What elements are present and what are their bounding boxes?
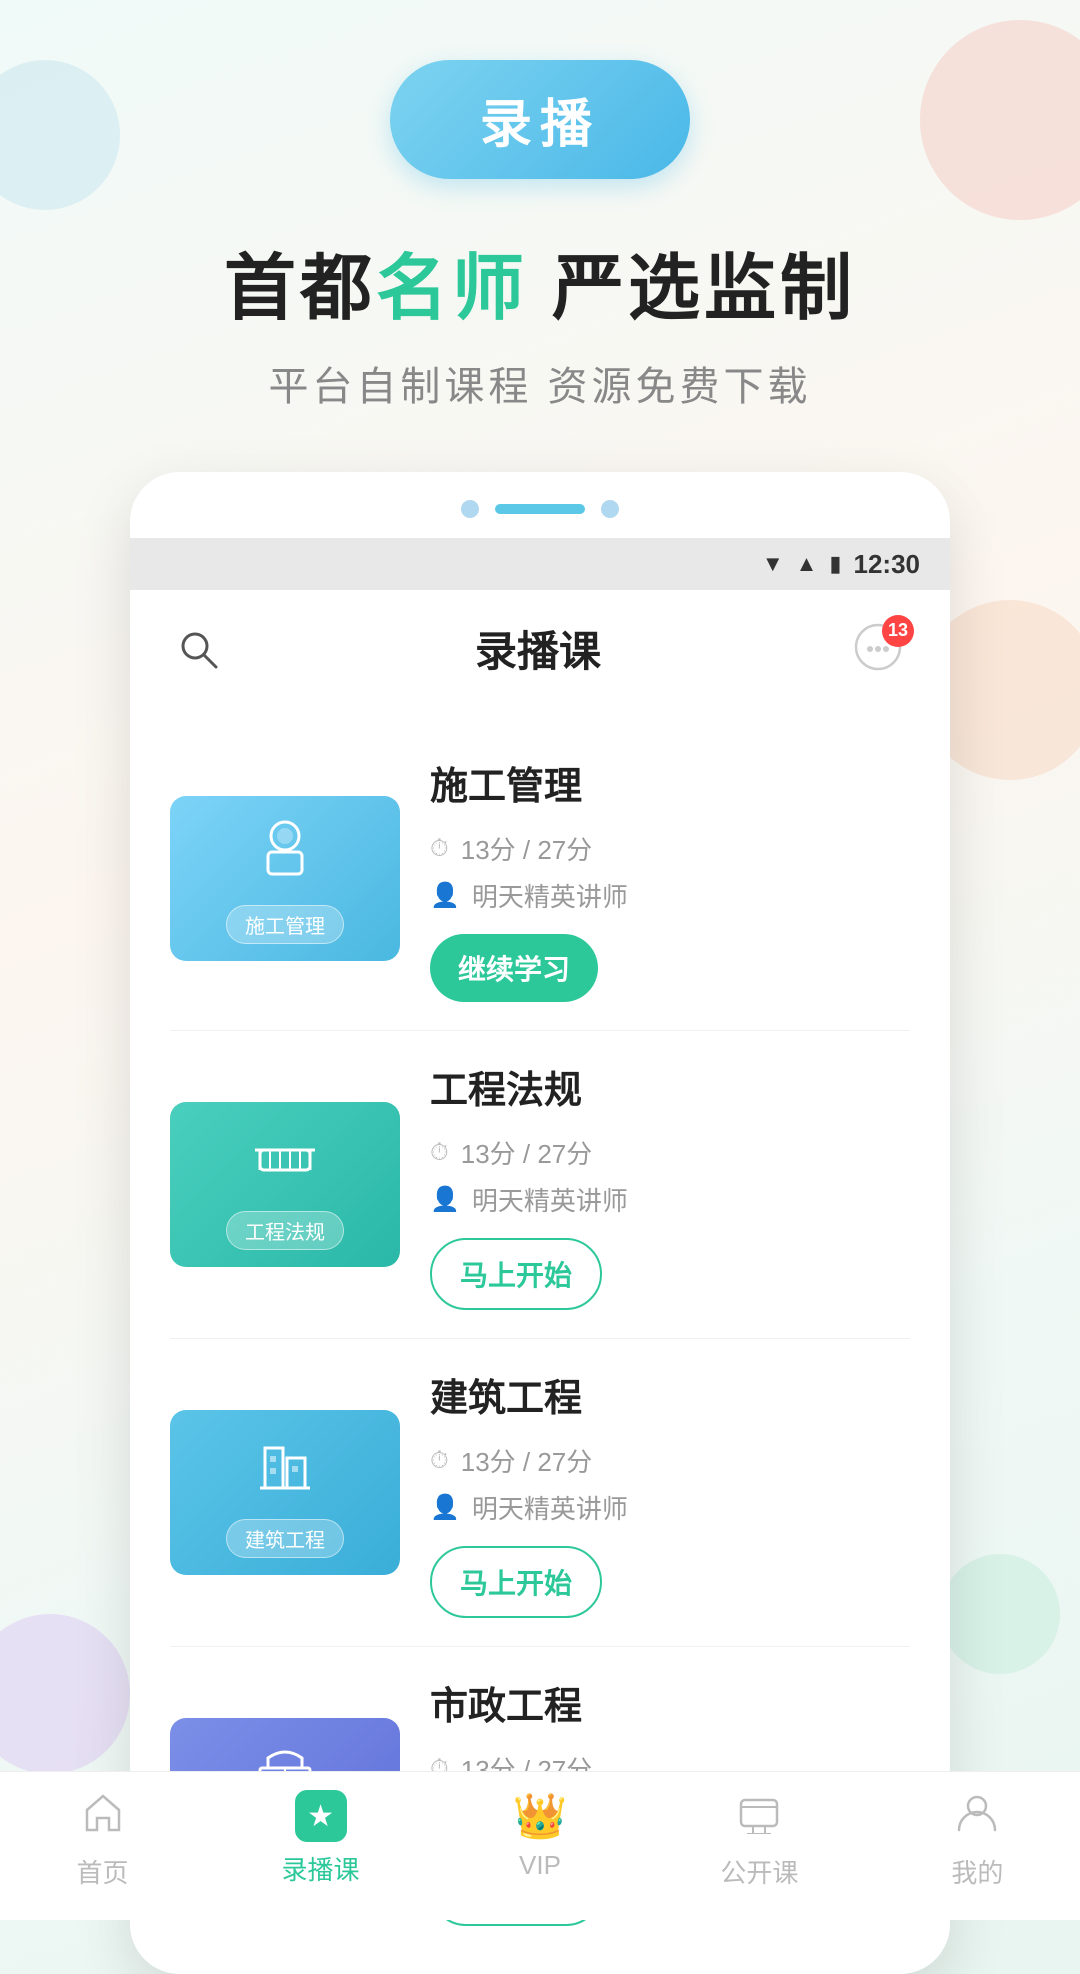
course-info-2: 工程法规 ⏱ 13分 / 27分 👤 明天精英讲师 马上开始 — [430, 1059, 910, 1310]
app-title: 录播课 — [475, 618, 601, 679]
course-duration-3: ⏱ 13分 / 27分 — [430, 1442, 910, 1479]
clock-icon-3: ⏱ — [430, 1447, 449, 1475]
duration-text-1: 13分 / 27分 — [461, 830, 593, 867]
signal-icon: ▲ — [796, 551, 818, 577]
mine-icon — [955, 1790, 999, 1845]
gonggke-icon — [737, 1790, 781, 1845]
course-thumb-2: 工程法规 — [170, 1102, 400, 1267]
action-btn-3[interactable]: 马上开始 — [430, 1546, 602, 1618]
thumb-icon-3 — [250, 1428, 320, 1511]
nav-item-vip[interactable]: 👑 VIP — [513, 1790, 568, 1890]
app-header: 录播课 13 — [130, 590, 950, 707]
nav-item-home[interactable]: 首页 — [77, 1790, 129, 1890]
bottom-nav: 首页 ★ 录播课 👑 VIP 公开课 我的 — [0, 1771, 1080, 1920]
battery-icon: ▮ — [829, 551, 841, 577]
course-thumb-3: 建筑工程 — [170, 1410, 400, 1575]
clock-icon-2: ⏱ — [430, 1139, 449, 1167]
teacher-text-1: 明天精英讲师 — [472, 877, 628, 914]
header-section: 录播 首都名师 严选监制 平台自制课程 资源免费下载 — [0, 0, 1080, 472]
course-duration-1: ⏱ 13分 / 27分 — [430, 830, 910, 867]
duration-text-3: 13分 / 27分 — [461, 1442, 593, 1479]
thumb-icon-2 — [250, 1120, 320, 1203]
thumb-label-3: 建筑工程 — [226, 1519, 344, 1558]
home-label: 首页 — [77, 1853, 129, 1890]
subtitle: 平台自制课程 资源免费下载 — [268, 354, 811, 412]
thumb-icon-1 — [250, 814, 320, 897]
dot-2 — [601, 500, 619, 518]
message-badge: 13 — [882, 615, 914, 647]
headline-rest: 严选监制 — [528, 249, 856, 329]
vip-crown-icon: 👑 — [513, 1790, 568, 1842]
clock-icon-1: ⏱ — [430, 835, 449, 863]
dot-1 — [461, 500, 479, 518]
vip-label: VIP — [519, 1850, 561, 1881]
headline-text: 首都 — [224, 249, 376, 329]
bg-decoration-5 — [0, 1614, 130, 1774]
course-name-1: 施工管理 — [430, 755, 910, 810]
message-button[interactable]: 13 — [850, 619, 910, 679]
nav-item-lubo[interactable]: ★ 录播课 — [282, 1790, 360, 1890]
action-btn-2[interactable]: 马上开始 — [430, 1238, 602, 1310]
course-info-1: 施工管理 ⏱ 13分 / 27分 👤 明天精英讲师 继续学习 — [430, 755, 910, 1002]
course-teacher-1: 👤 明天精英讲师 — [430, 877, 910, 914]
course-name-3: 建筑工程 — [430, 1367, 910, 1422]
dots-indicator — [130, 472, 950, 538]
dot-line — [495, 504, 585, 514]
person-icon-3: 👤 — [430, 1493, 460, 1522]
bg-decoration-4 — [940, 1554, 1060, 1674]
course-item-1[interactable]: 施工管理 施工管理 ⏱ 13分 / 27分 👤 明天精英讲师 继续学习 — [170, 727, 910, 1031]
mine-label: 我的 — [951, 1853, 1003, 1890]
lubo-button[interactable]: 录播 — [390, 60, 690, 179]
course-name-4: 市政工程 — [430, 1675, 910, 1730]
person-icon-2: 👤 — [430, 1185, 460, 1214]
course-name-2: 工程法规 — [430, 1059, 910, 1114]
course-info-3: 建筑工程 ⏱ 13分 / 27分 👤 明天精英讲师 马上开始 — [430, 1367, 910, 1618]
course-duration-2: ⏱ 13分 / 27分 — [430, 1134, 910, 1171]
phone-mockup: ▼ ▲ ▮ 12:30 录播课 13 — [130, 472, 950, 1974]
headline: 首都名师 严选监制 — [224, 229, 856, 334]
teacher-text-2: 明天精英讲师 — [472, 1181, 628, 1218]
course-item-3[interactable]: 建筑工程 建筑工程 ⏱ 13分 / 27分 👤 明天精英讲师 马上开始 — [170, 1339, 910, 1647]
lubo-nav-label: 录播课 — [282, 1850, 360, 1887]
headline-highlight: 名师 — [376, 249, 528, 329]
thumb-label-2: 工程法规 — [226, 1211, 344, 1250]
teacher-text-3: 明天精英讲师 — [472, 1489, 628, 1526]
home-icon — [81, 1790, 125, 1845]
person-icon-1: 👤 — [430, 881, 460, 910]
nav-item-mine[interactable]: 我的 — [951, 1790, 1003, 1890]
search-button[interactable] — [170, 621, 226, 677]
course-teacher-2: 👤 明天精英讲师 — [430, 1181, 910, 1218]
action-btn-1[interactable]: 继续学习 — [430, 934, 598, 1002]
lubo-nav-icon: ★ — [295, 1790, 347, 1842]
nav-item-gonggke[interactable]: 公开课 — [720, 1790, 798, 1890]
course-thumb-1: 施工管理 — [170, 796, 400, 961]
duration-text-2: 13分 / 27分 — [461, 1134, 593, 1171]
thumb-label-1: 施工管理 — [226, 905, 344, 944]
status-time: 12:30 — [854, 549, 921, 580]
gonggke-label: 公开课 — [720, 1853, 798, 1890]
course-teacher-3: 👤 明天精英讲师 — [430, 1489, 910, 1526]
status-bar: ▼ ▲ ▮ 12:30 — [130, 538, 950, 590]
course-item-2[interactable]: 工程法规 工程法规 ⏱ 13分 / 27分 👤 明天精英讲师 马上开始 — [170, 1031, 910, 1339]
wifi-icon: ▼ — [762, 551, 784, 577]
